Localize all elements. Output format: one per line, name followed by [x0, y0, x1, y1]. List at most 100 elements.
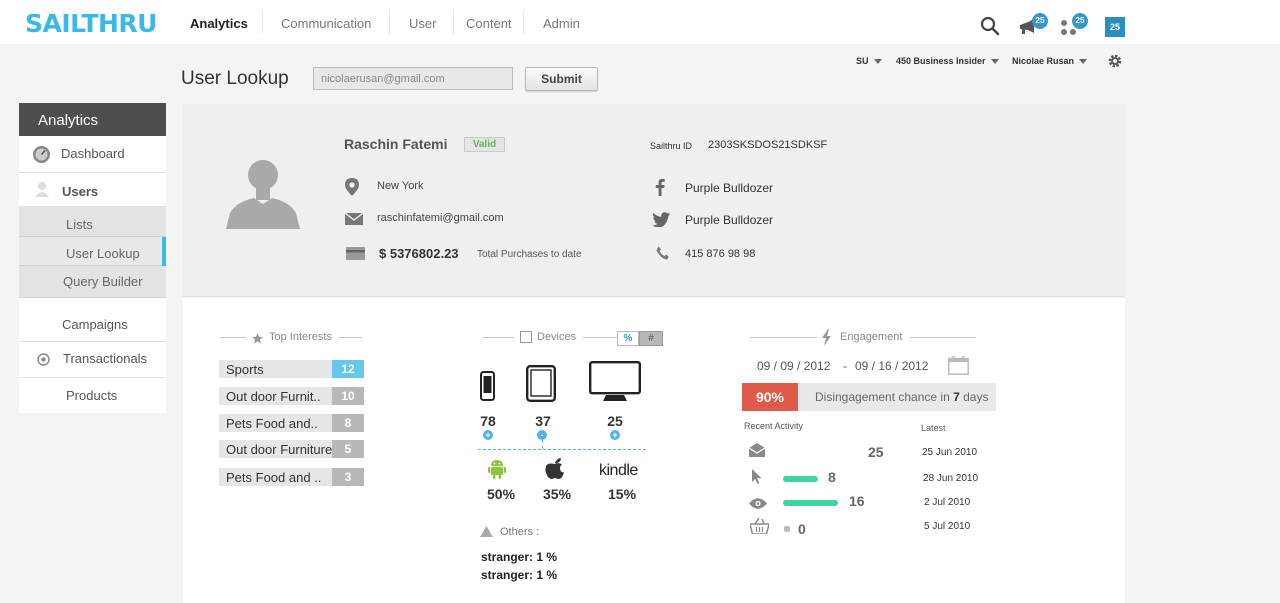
- client-label: 450 Business Insider: [896, 56, 986, 66]
- date-separator: -: [843, 359, 847, 373]
- activity-date: 5 Jul 2010: [924, 521, 971, 532]
- activity-date: 25 Jun 2010: [922, 447, 978, 458]
- profile-phone: 415 876 98 98: [685, 248, 756, 260]
- nav-divider: [453, 10, 454, 34]
- disengagement-text: Disingagement chance in 7 days: [798, 383, 996, 411]
- sidebar-item-dashboard[interactable]: Dashboard: [19, 136, 166, 173]
- date-from[interactable]: 09 / 09 / 2012: [757, 359, 830, 373]
- sidebar-item-label: Lists: [66, 217, 93, 232]
- sidebar-item-label: Transactionals: [63, 351, 148, 366]
- sidebar-item-transactionals[interactable]: Transactionals: [19, 342, 166, 378]
- profile-location: New York: [377, 180, 424, 192]
- notifications-button[interactable]: 25: [1018, 13, 1048, 37]
- star-icon: [252, 331, 263, 349]
- count-toggle[interactable]: #: [639, 331, 663, 346]
- sidebar-item-user-lookup[interactable]: User Lookup: [19, 237, 166, 266]
- profile-facebook: Purple Bulldozer: [685, 181, 774, 195]
- lightning-icon: [821, 329, 832, 351]
- interest-item[interactable]: Pets Food and .. 3: [219, 468, 364, 486]
- dashboard-icon: [33, 146, 50, 163]
- nav-communication[interactable]: Communication: [281, 16, 371, 31]
- purchases-label: Total Purchases to date: [477, 249, 582, 260]
- eye-icon: [749, 496, 767, 514]
- activity-value: 8: [828, 469, 836, 485]
- recent-activity-label: Recent Activity: [744, 421, 804, 431]
- expand-icon[interactable]: +: [610, 430, 620, 440]
- su-dropdown[interactable]: SU: [856, 56, 882, 66]
- sidebar-item-campaigns[interactable]: Campaigns: [19, 306, 166, 342]
- platform-divider: [478, 449, 646, 450]
- section-rule: [583, 337, 617, 338]
- account-badge[interactable]: 25: [1105, 17, 1125, 37]
- sidebar-item-lists[interactable]: Lists: [19, 207, 166, 237]
- activity-bar: [784, 526, 790, 532]
- others-label: Others :: [500, 526, 540, 538]
- expand-icon[interactable]: +: [483, 430, 493, 440]
- map-pin-icon: [345, 178, 359, 201]
- su-label: SU: [856, 56, 869, 66]
- date-to[interactable]: 09 / 16 / 2012: [855, 359, 928, 373]
- facebook-icon[interactable]: [655, 178, 665, 201]
- interest-item[interactable]: Out door Furniture 5: [219, 440, 364, 458]
- chance-days: 7: [953, 390, 960, 404]
- nav-divider: [262, 10, 263, 34]
- client-dropdown[interactable]: 450 Business Insider: [896, 56, 999, 66]
- nav-content[interactable]: Content: [466, 16, 512, 31]
- twitter-icon[interactable]: [652, 212, 670, 232]
- collapse-icon[interactable]: -: [537, 430, 547, 440]
- activity-value: 16: [849, 493, 865, 509]
- percent-toggle[interactable]: %: [617, 331, 639, 346]
- tablet-icon: [526, 365, 557, 407]
- apps-badge: 25: [1072, 13, 1088, 29]
- nav-analytics[interactable]: Analytics: [190, 16, 248, 31]
- nav-user[interactable]: User: [409, 16, 436, 31]
- activity-date: 28 Jun 2010: [923, 473, 979, 484]
- sidebar-item-label: Campaigns: [62, 317, 128, 332]
- desktop-count: 25: [607, 413, 623, 429]
- search-icon[interactable]: [980, 16, 1000, 41]
- calendar-icon[interactable]: [948, 356, 969, 380]
- target-icon: [37, 353, 50, 366]
- warning-icon: [480, 524, 493, 542]
- sidebar-item-query-builder[interactable]: Query Builder: [19, 266, 166, 298]
- submit-button[interactable]: Submit: [525, 67, 598, 91]
- interest-item[interactable]: Out door Furnit.. 10: [219, 387, 364, 405]
- sailthru-logo[interactable]: SAILTHRU: [25, 9, 157, 38]
- active-marker: [162, 237, 166, 266]
- envelope-open-icon: [748, 443, 766, 462]
- cursor-icon: [752, 469, 763, 489]
- interest-item[interactable]: Sports 12: [219, 360, 364, 378]
- kindle-logo: kindle: [599, 462, 638, 479]
- sailthru-id: 2303SKSDOS21SDKSF: [708, 139, 828, 151]
- user-lookup-input[interactable]: [313, 67, 513, 90]
- sidebar-item-label: Products: [66, 388, 118, 403]
- activity-bar: [783, 500, 838, 506]
- notification-badge: 25: [1032, 13, 1048, 29]
- sidebar-item-users[interactable]: Users: [19, 173, 166, 207]
- sidebar-item-label: Users: [62, 184, 99, 199]
- sidebar-item-products[interactable]: Products: [19, 378, 166, 413]
- chevron-down-icon: [1079, 59, 1088, 65]
- profile-email[interactable]: raschinfatemi@gmail.com: [377, 212, 504, 224]
- user-dropdown[interactable]: Nicolae Rusan: [1012, 56, 1088, 66]
- platform-connector: [542, 440, 543, 449]
- gear-icon[interactable]: [1107, 53, 1123, 74]
- chevron-down-icon: [990, 59, 999, 65]
- chance-suffix: days: [959, 390, 989, 404]
- section-rule: [483, 337, 514, 338]
- disengagement-percent: 90%: [742, 383, 798, 411]
- sidebar: Analytics Dashboard Users Lists User Loo…: [19, 103, 166, 413]
- others-item: stranger: 1 %: [481, 568, 558, 582]
- profile-name: Raschin Fatemi: [344, 136, 448, 152]
- interest-item[interactable]: Pets Food and.. 8: [219, 414, 364, 432]
- nav-admin[interactable]: Admin: [543, 16, 580, 31]
- apple-percent: 35%: [543, 486, 572, 502]
- activity-value: 25: [868, 444, 884, 460]
- devices-title: Devices: [537, 331, 577, 343]
- apps-button[interactable]: 25: [1059, 13, 1089, 37]
- chevron-down-icon: [873, 59, 882, 65]
- interest-label: Pets Food and ..: [226, 470, 322, 485]
- phone-count: 78: [480, 413, 496, 429]
- basket-icon: [749, 517, 770, 539]
- latest-label: Latest: [921, 423, 946, 433]
